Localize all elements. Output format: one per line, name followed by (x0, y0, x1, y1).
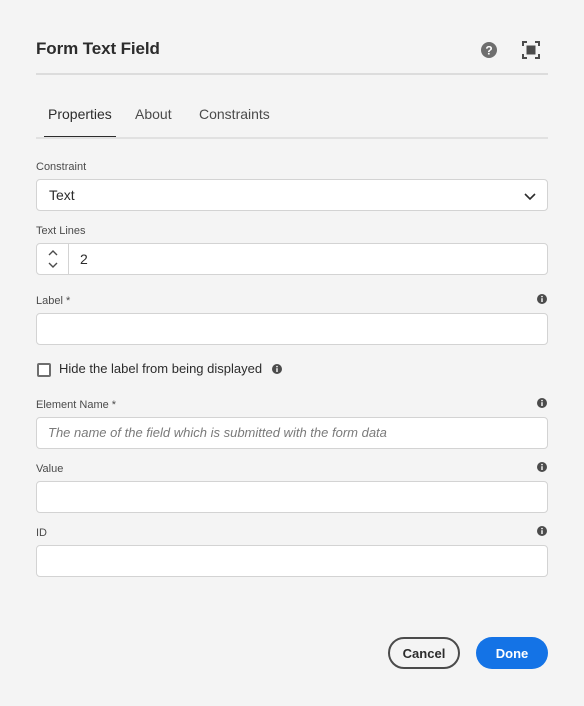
info-icon[interactable] (537, 294, 547, 304)
element-name-label: Element Name * (36, 399, 117, 411)
tab-list: Properties About Constraints (36, 104, 548, 138)
cancel-button[interactable]: Cancel (388, 637, 460, 669)
dialog-title: Form Text Field (36, 39, 160, 58)
id-input[interactable] (36, 545, 548, 577)
constraint-selected-value: Text (49, 187, 75, 203)
text-lines-stepper: 2 (36, 243, 548, 275)
help-icon[interactable]: ? (479, 40, 499, 60)
info-icon[interactable] (537, 462, 547, 472)
fullscreen-icon[interactable] (521, 40, 541, 60)
value-input[interactable] (36, 481, 548, 513)
svg-text:?: ? (485, 44, 492, 58)
info-icon[interactable] (537, 398, 547, 408)
info-icon[interactable] (272, 364, 282, 374)
value-label: Value (36, 463, 64, 475)
chevron-up-icon[interactable] (47, 248, 59, 258)
text-lines-label: Text Lines (36, 225, 86, 237)
info-icon[interactable] (537, 526, 547, 536)
chevron-down-icon[interactable] (47, 260, 59, 270)
done-button[interactable]: Done (476, 637, 548, 669)
constraint-label: Constraint (36, 161, 87, 173)
tab-about[interactable]: About (123, 104, 184, 138)
tabs-divider (36, 137, 548, 139)
tab-properties[interactable]: Properties (36, 104, 124, 138)
chevron-down-icon (524, 193, 536, 201)
hide-label-checkbox-label: Hide the label from being displayed (59, 361, 263, 376)
text-lines-input[interactable]: 2 (80, 251, 88, 267)
label-field-label: Label * (36, 295, 71, 307)
element-name-input[interactable]: The name of the field which is submitted… (36, 417, 548, 449)
stepper-buttons (37, 244, 69, 274)
hide-label-checkbox[interactable] (37, 363, 51, 377)
id-label: ID (36, 527, 47, 539)
element-name-placeholder: The name of the field which is submitted… (48, 425, 387, 440)
dialog: Form Text Field ? Properties About Const… (0, 0, 584, 706)
header-divider (36, 73, 548, 75)
tab-constraints[interactable]: Constraints (187, 104, 282, 138)
constraint-select[interactable]: Text (36, 179, 548, 211)
label-input[interactable] (36, 313, 548, 345)
